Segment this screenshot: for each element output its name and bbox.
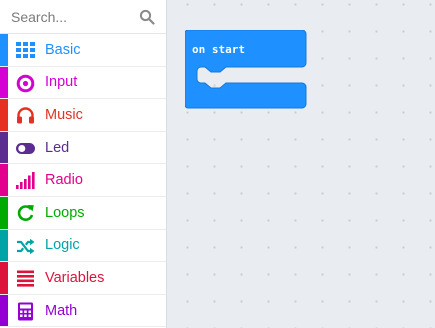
grid-icon — [16, 42, 35, 58]
headphones-icon — [17, 107, 34, 124]
category-logic[interactable]: Logic — [0, 229, 166, 263]
category-color-stripe — [0, 196, 8, 229]
toolbox: Basic Input Music — [0, 0, 167, 328]
category-led[interactable]: Led — [0, 131, 166, 165]
category-color-stripe — [0, 229, 8, 262]
category-color-stripe — [0, 262, 8, 294]
on-start-block[interactable]: on start — [185, 30, 309, 112]
toolbox-search — [0, 0, 166, 34]
blocks-workspace[interactable]: on start — [167, 0, 435, 328]
category-basic[interactable]: Basic — [0, 34, 166, 67]
on-start-label: on start — [192, 43, 245, 56]
list-icon — [17, 270, 34, 287]
category-color-stripe — [0, 164, 8, 196]
category-label: Logic — [45, 237, 80, 254]
search-input[interactable] — [0, 1, 131, 32]
on-start-block-shape[interactable] — [185, 30, 307, 109]
category-color-stripe — [0, 99, 8, 131]
circle-dot-icon — [16, 74, 35, 92]
category-label: Loops — [45, 204, 85, 221]
category-color-stripe — [0, 131, 8, 164]
category-variables[interactable]: Variables — [0, 262, 166, 295]
category-label: Music — [45, 106, 83, 123]
category-music[interactable]: Music — [0, 99, 166, 132]
search-icon[interactable] — [139, 9, 155, 25]
refresh-icon — [17, 204, 34, 221]
category-math[interactable]: Math — [0, 294, 166, 328]
category-label: Led — [45, 139, 70, 156]
category-label: Input — [45, 74, 78, 91]
category-color-stripe — [0, 34, 8, 66]
category-label: Radio — [45, 172, 83, 189]
shuffle-icon — [17, 238, 35, 254]
category-loops[interactable]: Loops — [0, 196, 166, 230]
calculator-icon — [18, 302, 33, 321]
category-radio[interactable]: Radio — [0, 164, 166, 197]
category-label: Variables — [45, 269, 105, 286]
category-color-stripe — [0, 294, 8, 327]
signal-bars-icon — [16, 172, 35, 190]
makecode-editor: Basic Input Music — [0, 0, 435, 328]
category-label: Math — [45, 302, 78, 319]
category-input[interactable]: Input — [0, 66, 166, 100]
category-label: Basic — [45, 41, 81, 58]
toggle-icon — [16, 142, 35, 154]
category-color-stripe — [0, 66, 8, 99]
